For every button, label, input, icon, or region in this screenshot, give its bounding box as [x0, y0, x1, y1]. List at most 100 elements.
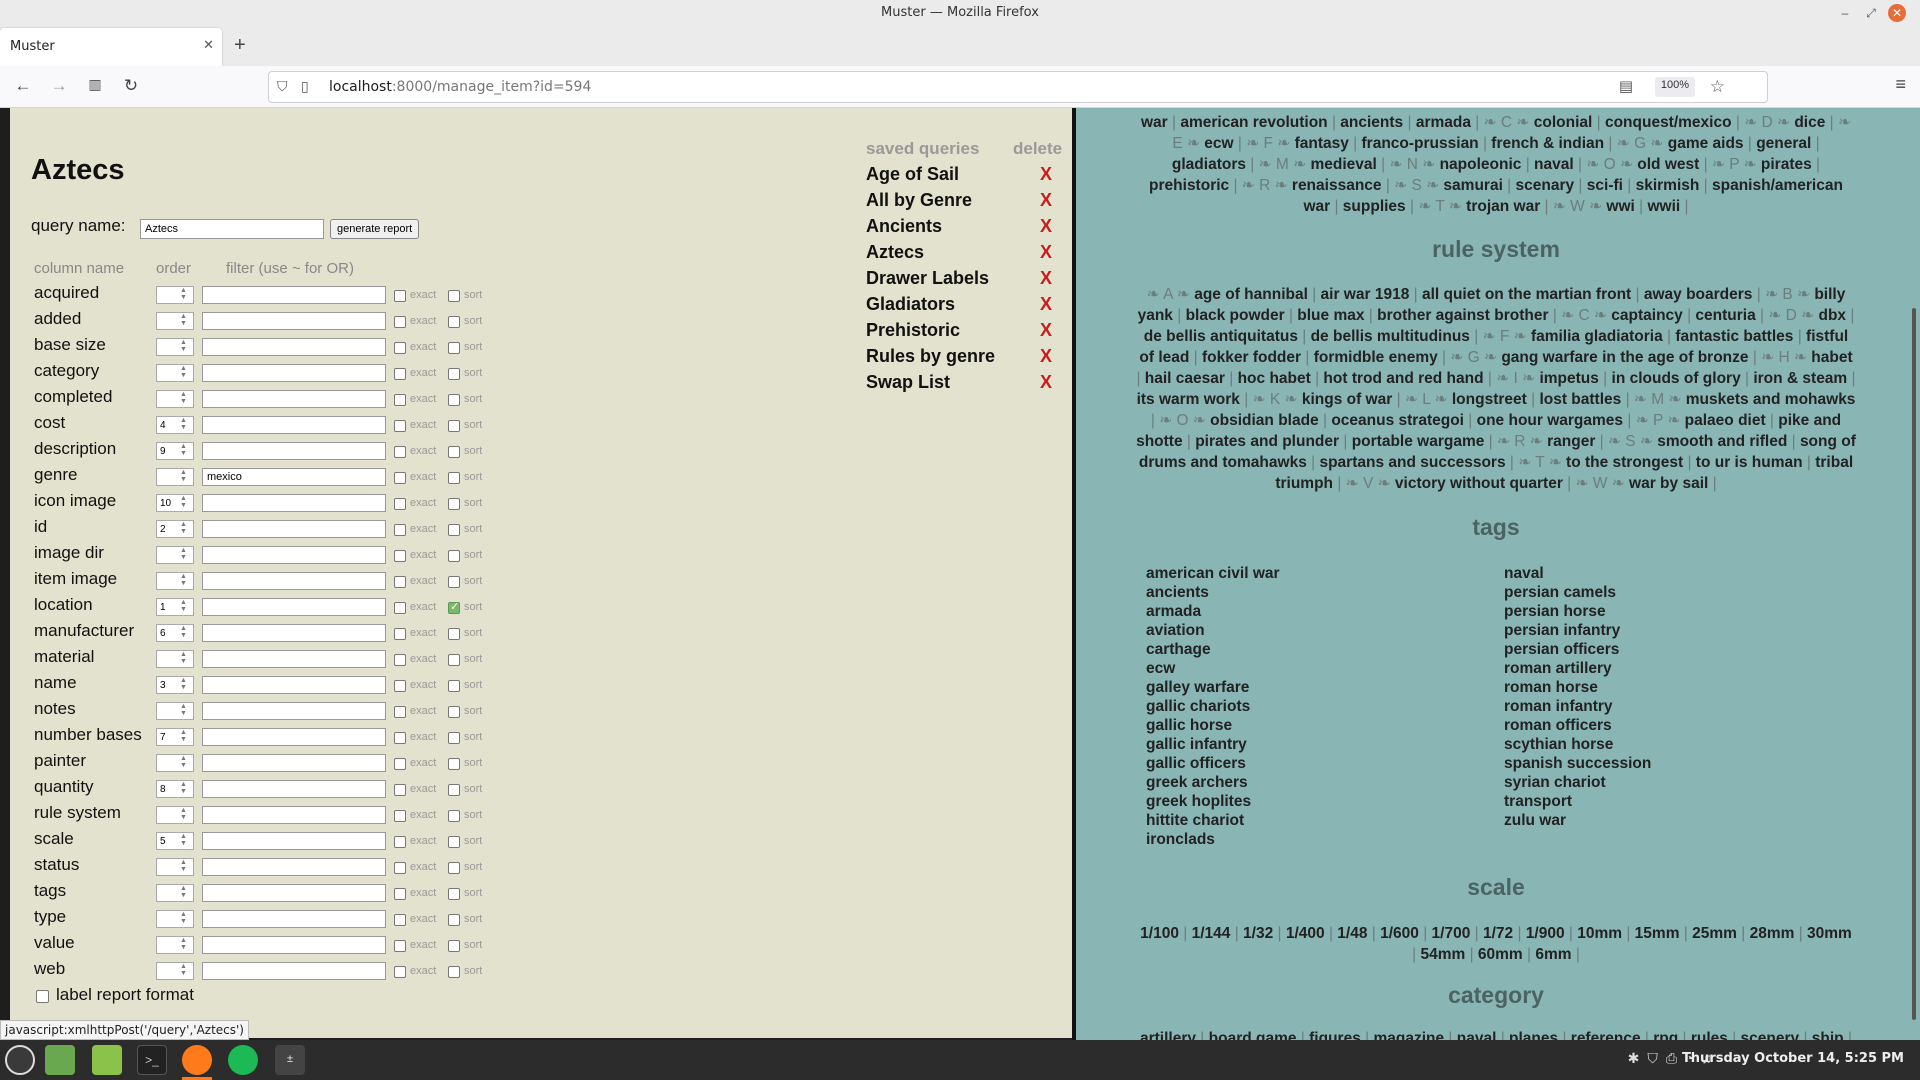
- order-input-cost[interactable]: [156, 416, 194, 434]
- cloud-link[interactable]: black powder: [1186, 307, 1285, 324]
- spinner-arrows-icon[interactable]: ▲ ▼: [180, 339, 187, 353]
- filter-input-base-size[interactable]: [202, 338, 386, 356]
- spinner-arrows-icon[interactable]: ▲ ▼: [180, 781, 187, 795]
- spinner-arrows-icon[interactable]: ▲ ▼: [180, 287, 187, 301]
- spinner-arrows-icon[interactable]: ▲ ▼: [180, 573, 187, 587]
- cloud-link[interactable]: hoc habet: [1238, 370, 1311, 387]
- spinner-arrows-icon[interactable]: ▲ ▼: [180, 391, 187, 405]
- delete-query-button[interactable]: X: [1040, 320, 1052, 341]
- filter-input-web[interactable]: [202, 962, 386, 980]
- generate-report-button[interactable]: generate report: [330, 219, 420, 239]
- exact-checkbox[interactable]: [394, 394, 406, 406]
- cloud-link[interactable]: rules: [1691, 1030, 1728, 1040]
- filter-input-value[interactable]: [202, 936, 386, 954]
- order-input-web[interactable]: [156, 962, 194, 980]
- cloud-link[interactable]: in clouds of glory: [1612, 370, 1741, 387]
- cloud-link[interactable]: samurai: [1443, 177, 1502, 194]
- order-input-tags[interactable]: [156, 884, 194, 902]
- cloud-link[interactable]: hail caesar: [1145, 370, 1225, 387]
- cloud-link[interactable]: familia gladiatoria: [1531, 328, 1663, 345]
- cloud-link[interactable]: sci-fi: [1587, 177, 1623, 194]
- cloud-link[interactable]: franco-prussian: [1362, 135, 1479, 152]
- calculator-icon[interactable]: ±: [275, 1045, 305, 1075]
- cloud-link[interactable]: longstreet: [1452, 391, 1527, 408]
- delete-query-button[interactable]: X: [1040, 346, 1052, 367]
- order-input-painter[interactable]: [156, 754, 194, 772]
- cloud-link[interactable]: captaincy: [1611, 307, 1683, 324]
- cloud-link[interactable]: ecw: [1204, 135, 1233, 152]
- new-tab-icon[interactable]: +: [234, 34, 246, 57]
- sort-checkbox[interactable]: [448, 394, 460, 406]
- cloud-link[interactable]: 54mm: [1420, 946, 1465, 963]
- spinner-arrows-icon[interactable]: ▲ ▼: [180, 859, 187, 873]
- cloud-link[interactable]: pirates: [1761, 156, 1812, 173]
- cloud-link[interactable]: ship: [1812, 1030, 1844, 1040]
- cloud-link[interactable]: victory without quarter: [1395, 475, 1563, 492]
- sort-checkbox[interactable]: [448, 420, 460, 432]
- close-window-icon[interactable]: ✕: [1888, 4, 1906, 22]
- tag-link[interactable]: galley warfare: [1146, 679, 1446, 698]
- filter-input-id[interactable]: [202, 520, 386, 538]
- cloud-link[interactable]: 10mm: [1577, 925, 1622, 942]
- exact-checkbox[interactable]: [394, 758, 406, 770]
- saved-query-link[interactable]: All by Genre: [866, 190, 972, 211]
- tag-link[interactable]: armada: [1146, 603, 1446, 622]
- cloud-link[interactable]: trojan war: [1466, 198, 1540, 215]
- cloud-link[interactable]: 15mm: [1635, 925, 1680, 942]
- cloud-link[interactable]: iron & steam: [1753, 370, 1847, 387]
- exact-checkbox[interactable]: [394, 602, 406, 614]
- cloud-link[interactable]: planes: [1509, 1030, 1558, 1040]
- back-icon[interactable]: ←: [12, 76, 34, 96]
- exact-checkbox[interactable]: [394, 472, 406, 484]
- spinner-arrows-icon[interactable]: ▲ ▼: [180, 495, 187, 509]
- cloud-link[interactable]: 60mm: [1478, 946, 1523, 963]
- spinner-arrows-icon[interactable]: ▲ ▼: [180, 755, 187, 769]
- cloud-link[interactable]: 1/400: [1286, 925, 1325, 942]
- cloud-link[interactable]: 1/32: [1243, 925, 1273, 942]
- cloud-link[interactable]: skirmish: [1636, 177, 1700, 194]
- cloud-link[interactable]: all quiet on the martian front: [1422, 286, 1631, 303]
- cloud-link[interactable]: de bellis multitudinus: [1311, 328, 1470, 345]
- spinner-arrows-icon[interactable]: ▲ ▼: [180, 703, 187, 717]
- sort-checkbox[interactable]: [448, 966, 460, 978]
- sort-checkbox[interactable]: [448, 862, 460, 874]
- cloud-link[interactable]: 1/144: [1192, 925, 1231, 942]
- sort-checkbox[interactable]: [448, 342, 460, 354]
- sort-checkbox[interactable]: [448, 524, 460, 536]
- cloud-link[interactable]: conquest/mexico: [1605, 114, 1732, 131]
- order-input-base-size[interactable]: [156, 338, 194, 356]
- page-info-icon[interactable]: ▯: [301, 78, 309, 95]
- cloud-link[interactable]: to the strongest: [1566, 454, 1683, 471]
- tag-link[interactable]: gallic infantry: [1146, 736, 1446, 755]
- minimize-icon[interactable]: –: [1836, 4, 1854, 22]
- cloud-link[interactable]: dbx: [1818, 307, 1846, 324]
- spinner-arrows-icon[interactable]: ▲ ▼: [180, 807, 187, 821]
- delete-query-button[interactable]: X: [1040, 372, 1052, 393]
- cloud-link[interactable]: hot trod and red hand: [1323, 370, 1483, 387]
- cloud-link[interactable]: centuria: [1695, 307, 1755, 324]
- exact-checkbox[interactable]: [394, 914, 406, 926]
- order-input-number-bases[interactable]: [156, 728, 194, 746]
- tag-link[interactable]: persian officers: [1504, 641, 1804, 660]
- cloud-link[interactable]: fantastic battles: [1675, 328, 1793, 345]
- exact-checkbox[interactable]: [394, 706, 406, 718]
- tag-link[interactable]: american civil war: [1146, 565, 1446, 584]
- filter-input-added[interactable]: [202, 312, 386, 330]
- filter-input-description[interactable]: [202, 442, 386, 460]
- order-input-quantity[interactable]: [156, 780, 194, 798]
- cloud-link[interactable]: fokker fodder: [1202, 349, 1301, 366]
- cloud-link[interactable]: gladiators: [1172, 156, 1246, 173]
- cloud-link[interactable]: renaissance: [1292, 177, 1382, 194]
- cloud-link[interactable]: its warm work: [1137, 391, 1240, 408]
- page-scrollbar[interactable]: [1908, 108, 1920, 1040]
- sort-checkbox[interactable]: [448, 706, 460, 718]
- order-input-location[interactable]: [156, 598, 194, 616]
- exact-checkbox[interactable]: [394, 446, 406, 458]
- cloud-link[interactable]: 30mm: [1807, 925, 1852, 942]
- exact-checkbox[interactable]: [394, 576, 406, 588]
- order-input-value[interactable]: [156, 936, 194, 954]
- cloud-link[interactable]: de bellis antiquitatus: [1144, 328, 1298, 345]
- delete-query-button[interactable]: X: [1040, 268, 1052, 289]
- firefox-icon[interactable]: [182, 1045, 212, 1075]
- sort-checkbox[interactable]: [448, 914, 460, 926]
